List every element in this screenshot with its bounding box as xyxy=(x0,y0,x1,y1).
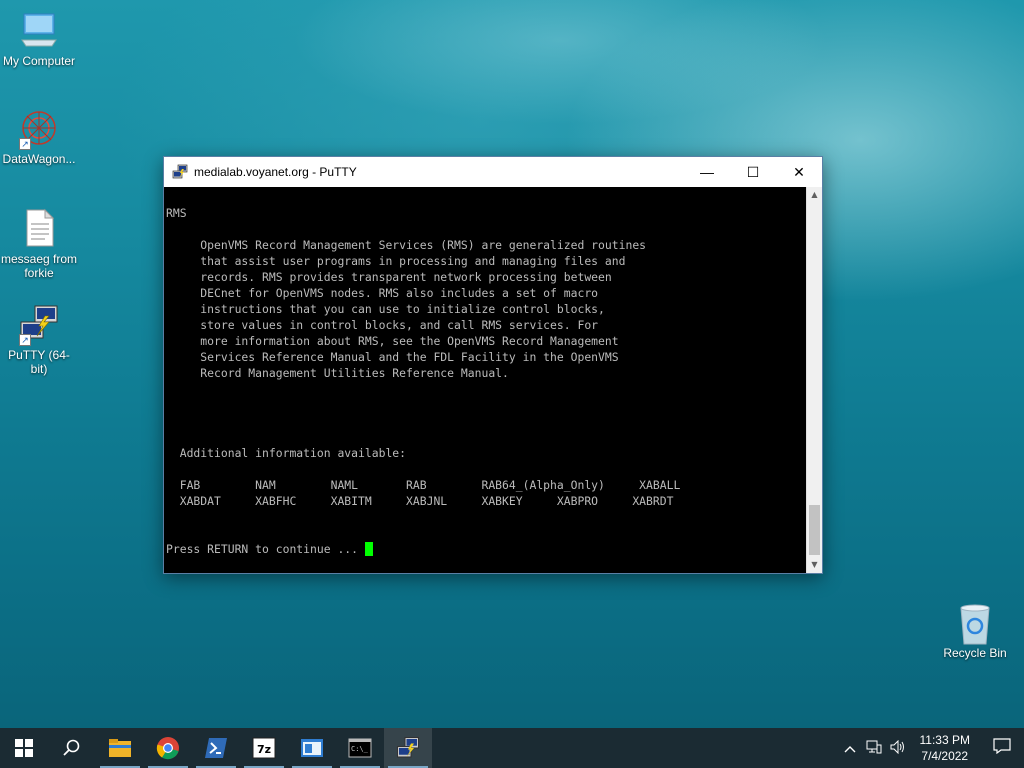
terminal-cursor xyxy=(364,542,373,556)
taskbar: 7z C:\_ 11:33 PM 7/4/2022 xyxy=(0,728,1024,768)
taskbar-chrome[interactable] xyxy=(144,728,192,768)
desktop-icon-messaeg[interactable]: messaeg from forkie xyxy=(0,208,78,280)
terminal-line: instructions that you can use to initial… xyxy=(166,302,605,316)
desktop-icon-label: Recycle Bin xyxy=(943,646,1007,660)
desktop-icon-datawagon[interactable]: ↗ DataWagon... xyxy=(0,108,78,166)
computer-icon xyxy=(19,10,59,50)
desktop-icon-label: PuTTY (64-bit) xyxy=(8,348,70,376)
volume-icon[interactable] xyxy=(886,739,910,757)
search-icon xyxy=(63,739,80,756)
chevron-up-icon[interactable] xyxy=(838,741,862,756)
datawagon-icon: ↗ xyxy=(19,108,59,150)
terminal-line: that assist user programs in processing … xyxy=(166,254,626,268)
putty-icon xyxy=(396,736,420,758)
terminal-line: records. RMS provides transparent networ… xyxy=(166,270,612,284)
terminal-line: DECnet for OpenVMS nodes. RMS also inclu… xyxy=(166,286,599,300)
system-tray: 11:33 PM 7/4/2022 xyxy=(838,728,1024,768)
scroll-up-icon[interactable]: ▲ xyxy=(807,187,822,203)
terminal-line: Press RETURN to continue ... xyxy=(166,541,373,557)
taskbar-explorer[interactable] xyxy=(96,728,144,768)
start-button[interactable] xyxy=(0,728,48,768)
putty-icon xyxy=(172,164,188,180)
cmd-icon: C:\_ xyxy=(348,738,372,758)
minimize-button[interactable]: — xyxy=(684,157,730,187)
text-file-icon xyxy=(19,208,59,248)
terminal-line: more information about RMS, see the Open… xyxy=(166,334,619,348)
terminal-scrollbar[interactable]: ▲ ▼ xyxy=(806,187,822,573)
window-titlebar[interactable]: medialab.voyanet.org - PuTTY — ☐ ✕ xyxy=(164,157,822,187)
powershell-icon xyxy=(205,738,227,758)
desktop-icon-recycle-bin[interactable]: Recycle Bin xyxy=(936,602,1014,660)
window-title: medialab.voyanet.org - PuTTY xyxy=(194,165,357,179)
putty-icon: ↗ xyxy=(19,304,59,346)
scroll-down-icon[interactable]: ▼ xyxy=(807,557,822,573)
taskbar-7zip[interactable]: 7z xyxy=(240,728,288,768)
window-app-icon xyxy=(301,739,323,757)
terminal-line: store values in control blocks, and call… xyxy=(166,318,599,332)
clock-date: 7/4/2022 xyxy=(921,749,969,763)
chrome-icon xyxy=(156,737,179,760)
search-button[interactable] xyxy=(48,728,96,768)
svg-text:7z: 7z xyxy=(257,743,271,756)
taskbar-app[interactable] xyxy=(288,728,336,768)
desktop-icon-putty[interactable]: ↗ PuTTY (64-bit) xyxy=(0,304,78,376)
svg-text:C:\_: C:\_ xyxy=(351,745,369,753)
clock-time: 11:33 PM xyxy=(919,733,970,747)
desktop-icon-label: My Computer xyxy=(2,54,76,68)
terminal-line: XABDAT XABFHC XABITM XABJNL XABKEY XABPR… xyxy=(166,494,674,508)
notification-icon[interactable] xyxy=(980,737,1024,759)
maximize-button[interactable]: ☐ xyxy=(730,157,776,187)
terminal-line: FAB NAM NAML RAB RAB64_(Alpha_Only) XABA… xyxy=(166,478,681,492)
windows-icon xyxy=(15,739,33,757)
terminal-line: Additional information available: xyxy=(166,446,407,460)
desktop-icon-label: messaeg from forkie xyxy=(0,252,78,280)
terminal-line: Record Management Utilities Reference Ma… xyxy=(166,366,509,380)
terminal-line: OpenVMS Record Management Services (RMS)… xyxy=(166,238,647,252)
taskbar-clock[interactable]: 11:33 PM 7/4/2022 xyxy=(910,732,980,764)
network-icon[interactable] xyxy=(862,740,886,757)
close-button[interactable]: ✕ xyxy=(776,157,822,187)
terminal-screen[interactable]: RMS OpenVMS Record Management Services (… xyxy=(164,187,806,573)
putty-window[interactable]: medialab.voyanet.org - PuTTY — ☐ ✕ RMS O… xyxy=(163,156,823,574)
taskbar-putty[interactable] xyxy=(384,728,432,768)
7zip-icon: 7z xyxy=(252,737,276,759)
desktop-icon-label: DataWagon... xyxy=(2,152,76,166)
scrollbar-thumb[interactable] xyxy=(809,505,820,555)
taskbar-cmd[interactable]: C:\_ xyxy=(336,728,384,768)
terminal-line: Services Reference Manual and the FDL Fa… xyxy=(166,350,619,364)
recycle-bin-icon xyxy=(955,602,995,645)
shortcut-arrow-icon: ↗ xyxy=(19,138,31,150)
terminal-line: RMS xyxy=(166,206,187,220)
taskbar-powershell[interactable] xyxy=(192,728,240,768)
folder-icon xyxy=(109,739,131,757)
desktop-icon-my-computer[interactable]: My Computer xyxy=(0,10,78,68)
shortcut-arrow-icon: ↗ xyxy=(19,334,31,346)
